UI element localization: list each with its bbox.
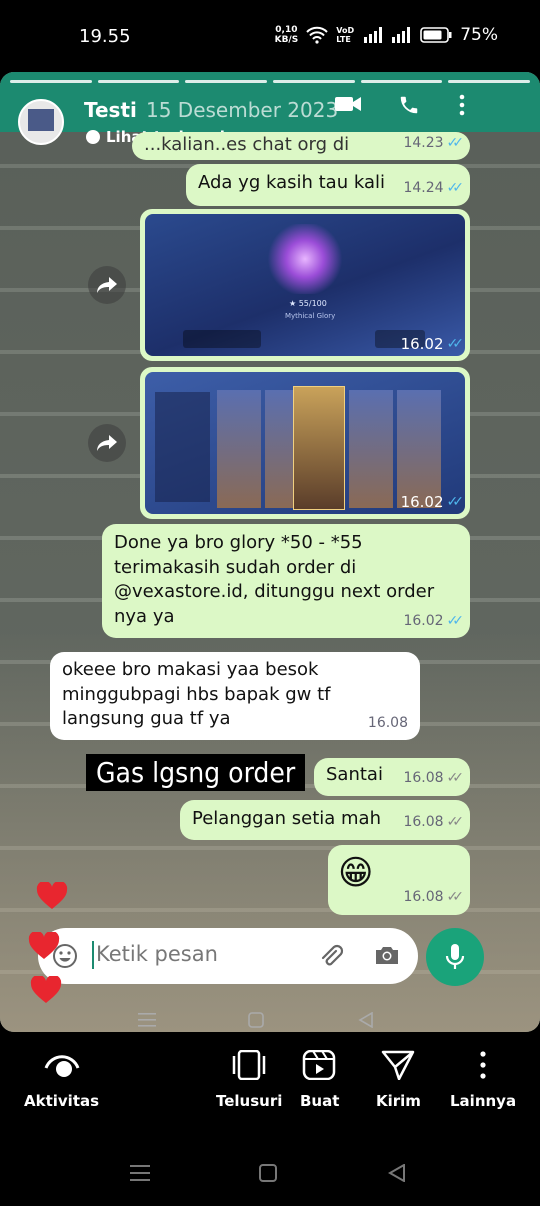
menu-icon [138, 1013, 156, 1027]
story-progress [10, 80, 531, 84]
delivered-ticks-icon: ✓✓ [446, 770, 465, 786]
read-ticks-icon: ✓✓ [446, 180, 465, 196]
read-ticks-icon: ✓✓ [446, 135, 465, 151]
signal-icon [364, 27, 383, 43]
rank-emblem [265, 224, 345, 294]
heart-icon [30, 976, 62, 1003]
nav-lainnya[interactable]: Lainnya [450, 1050, 516, 1110]
message-input[interactable]: Ketik pesan [96, 942, 218, 966]
delivered-ticks-icon: ✓✓ [446, 814, 465, 830]
forward-icon [97, 435, 117, 451]
message-bubble[interactable]: Pelanggan setia mah 16.08 ✓✓ [180, 800, 470, 840]
battery-percent: 75% [460, 25, 498, 45]
back-icon[interactable] [388, 1164, 406, 1182]
message-bubble[interactable]: 😁 16.08 ✓✓ [328, 845, 470, 915]
forward-button[interactable] [88, 424, 126, 462]
message-bubble[interactable]: Ada yg kasih tau kali 14.24 ✓✓ [186, 164, 470, 206]
nav-telusuri[interactable]: Telusuri [216, 1050, 282, 1110]
inner-nav-bar [0, 1012, 540, 1032]
nav-buat[interactable]: Buat [300, 1050, 339, 1110]
story-viewer[interactable]: Testi 15 Desember 2023 Lihat terjemahan … [0, 72, 540, 1032]
reel-icon [302, 1050, 335, 1080]
status-time: 19.55 [79, 26, 131, 47]
status-icons: 0,10 KB/S VoD LTE 75% [275, 25, 498, 45]
read-ticks-icon: ✓✓ [446, 612, 465, 629]
network-speed: 0,10 KB/S [274, 25, 299, 45]
mic-icon [445, 944, 465, 969]
story-overlay-text: Gas lgsng order [86, 754, 306, 791]
video-call-icon[interactable] [334, 94, 362, 114]
volte-indicator: VoD LTE [336, 26, 355, 44]
camera-icon[interactable] [374, 944, 400, 966]
heart-icon [36, 882, 68, 909]
battery-icon [420, 27, 452, 43]
read-ticks-icon: ✓✓ [446, 336, 465, 352]
system-nav-bar [0, 1150, 540, 1190]
phone-frame-icon [232, 1050, 266, 1080]
message-bubble[interactable]: Done ya bro glory *50 - *55 terimakasih … [102, 524, 470, 638]
story-date: 15 Desember 2023 [146, 98, 339, 122]
message-bubble[interactable]: okeee bro makasi yaa besok minggubpagi h… [50, 652, 420, 740]
bottom-nav: Aktivitas Telusuri Buat Kirim Lainnya [0, 1040, 540, 1130]
send-icon [382, 1050, 415, 1080]
home-icon[interactable] [259, 1164, 277, 1182]
translate-icon [86, 130, 100, 144]
message-input-bar[interactable]: Ketik pesan [38, 928, 418, 984]
message-bubble[interactable]: Santai 16.08 ✓✓ [314, 758, 470, 796]
read-ticks-icon: ✓✓ [446, 494, 465, 510]
wifi-icon [306, 26, 328, 44]
home-icon [248, 1012, 264, 1028]
delivered-ticks-icon: ✓✓ [446, 889, 465, 905]
more-vert-icon [480, 1051, 486, 1079]
back-icon [358, 1012, 373, 1028]
nav-kirim[interactable]: Kirim [376, 1050, 421, 1110]
signal-icon-2 [392, 27, 411, 43]
forward-button[interactable] [88, 266, 126, 304]
image-message[interactable]: 16.02 ✓✓ [140, 367, 470, 519]
heart-icon [28, 932, 60, 959]
avatar[interactable] [18, 99, 64, 145]
phone-icon[interactable] [398, 94, 420, 116]
attach-icon[interactable] [318, 943, 344, 969]
recents-icon[interactable] [130, 1164, 150, 1182]
message-bubble[interactable]: ...kalian..es chat org di 14.23 ✓✓ [132, 132, 470, 160]
chat-name: Testi [84, 98, 137, 122]
mic-button[interactable] [426, 928, 484, 986]
nav-aktivitas[interactable]: Aktivitas [24, 1050, 99, 1110]
status-bar: 19.55 0,10 KB/S VoD LTE 75% [0, 0, 540, 72]
more-vert-icon[interactable] [458, 94, 466, 116]
image-message[interactable]: ★ 55/100 Mythical Glory 16.02 ✓✓ [140, 209, 470, 361]
forward-icon [97, 277, 117, 293]
eye-icon [44, 1055, 79, 1077]
